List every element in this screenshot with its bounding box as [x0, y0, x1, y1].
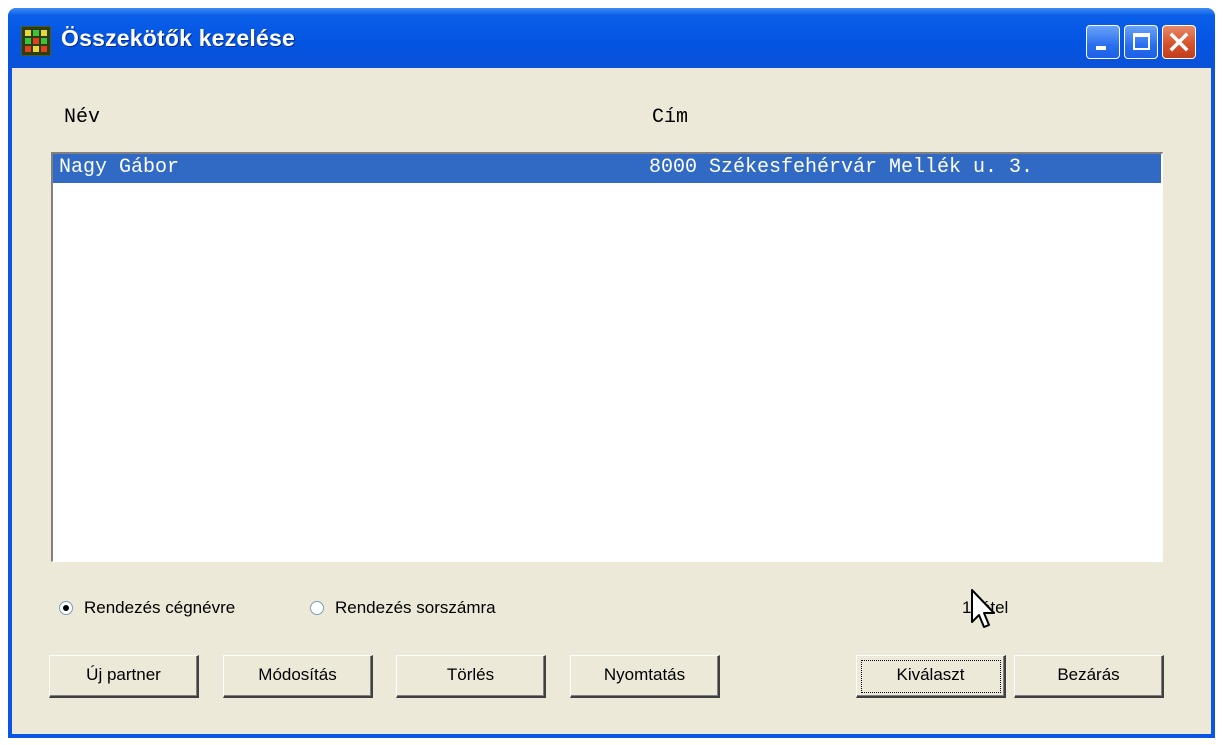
print-button[interactable]: Nyomtatás — [570, 655, 720, 698]
modify-button[interactable]: Módosítás — [223, 655, 373, 698]
new-partner-button[interactable]: Új partner — [49, 655, 199, 698]
dialog-window: Összekötők kezelése Név Cím Nagy Gábor 8… — [8, 8, 1215, 738]
sort-by-number-label: Rendezés sorszámra — [335, 598, 496, 617]
window-title: Összekötők kezelése — [61, 25, 295, 51]
maximize-button[interactable] — [1124, 25, 1158, 59]
list-item[interactable]: Nagy Gábor 8000 Székesfehérvár Mellék u.… — [53, 154, 1161, 183]
column-header-address[interactable]: Cím — [652, 106, 688, 129]
title-bar[interactable]: Összekötők kezelése — [8, 8, 1215, 68]
close-icon — [1169, 32, 1189, 52]
radio-checked-icon — [59, 601, 73, 615]
minimize-icon — [1096, 46, 1106, 50]
select-button[interactable]: Kiválaszt — [856, 655, 1006, 698]
dialog-client: Név Cím Nagy Gábor 8000 Székesfehérvár M… — [12, 68, 1211, 734]
app-icon[interactable] — [21, 26, 51, 56]
radio-unchecked-icon — [310, 601, 324, 615]
close-window-button[interactable] — [1162, 25, 1196, 59]
column-header-name[interactable]: Név — [64, 106, 100, 129]
close-button[interactable]: Bezárás — [1014, 655, 1164, 698]
maximize-icon — [1133, 33, 1150, 50]
mouse-cursor-icon — [971, 589, 995, 628]
list-item-name: Nagy Gábor — [59, 156, 180, 179]
delete-button[interactable]: Törlés — [396, 655, 546, 698]
sort-by-company-label: Rendezés cégnévre — [84, 598, 236, 617]
partner-list[interactable]: Nagy Gábor 8000 Székesfehérvár Mellék u.… — [51, 152, 1163, 562]
list-item-address: 8000 Székesfehérvár Mellék u. 3. — [649, 156, 1034, 179]
minimize-button[interactable] — [1086, 25, 1120, 59]
